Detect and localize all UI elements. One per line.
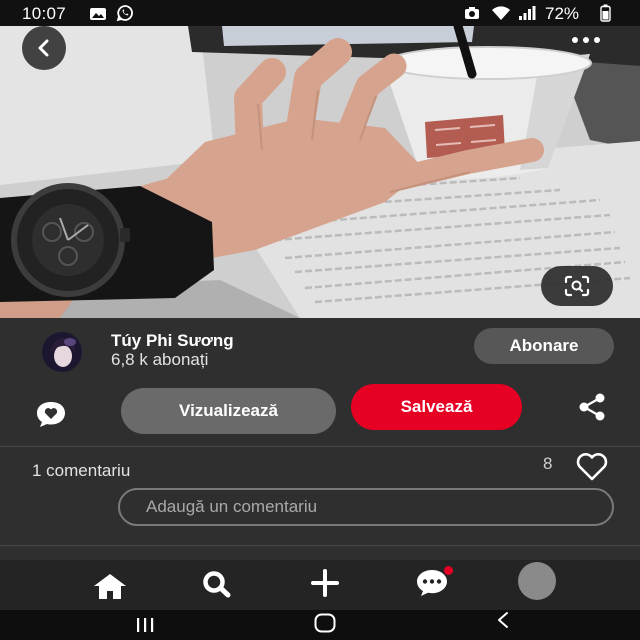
comment-heart-icon[interactable] [34, 399, 68, 429]
notification-badge [444, 566, 453, 575]
whatsapp-icon [116, 4, 134, 22]
plus-icon[interactable] [309, 568, 341, 598]
view-button[interactable]: Vizualizează [121, 388, 336, 434]
more-horizontal-icon [572, 37, 578, 43]
battery-icon [600, 4, 611, 22]
home-button-icon[interactable] [314, 613, 336, 633]
back-button[interactable] [22, 26, 66, 70]
wifi-icon [490, 5, 512, 21]
status-time: 10:07 [22, 4, 67, 23]
reaction-count: 8 [543, 454, 553, 473]
creator-name[interactable]: Túy Phi Sương [111, 331, 234, 351]
save-button[interactable]: Salvează [351, 384, 522, 430]
share-icon[interactable] [576, 392, 608, 422]
back-icon[interactable] [496, 611, 510, 629]
pin-details-panel: Túy Phi Sương 6,8 k abonați Abonare Vizu… [0, 318, 640, 560]
creator-avatar[interactable] [42, 332, 82, 372]
search-icon[interactable] [201, 569, 233, 599]
divider [0, 545, 640, 546]
home-icon[interactable] [91, 571, 129, 601]
status-bar: 10:07 72% [0, 0, 640, 26]
divider [0, 446, 640, 447]
battery-percent: 72% [545, 4, 580, 23]
comment-input[interactable] [118, 488, 614, 526]
bottom-nav [0, 560, 640, 610]
chevron-left-icon [35, 39, 53, 57]
system-nav [0, 610, 640, 640]
comment-count[interactable]: 1 comentariu [32, 461, 130, 481]
follow-button[interactable]: Abonare [474, 328, 614, 364]
heart-outline-icon[interactable] [574, 451, 610, 483]
profile-avatar[interactable] [518, 562, 556, 600]
recents-icon[interactable] [135, 618, 155, 632]
camera-icon [464, 6, 480, 20]
signal-icon [518, 5, 536, 21]
visual-search-button[interactable] [541, 266, 613, 306]
gallery-icon [89, 7, 107, 21]
visual-search-icon [563, 274, 591, 298]
creator-followers: 6,8 k abonați [111, 350, 209, 369]
more-options-button[interactable] [564, 30, 608, 50]
